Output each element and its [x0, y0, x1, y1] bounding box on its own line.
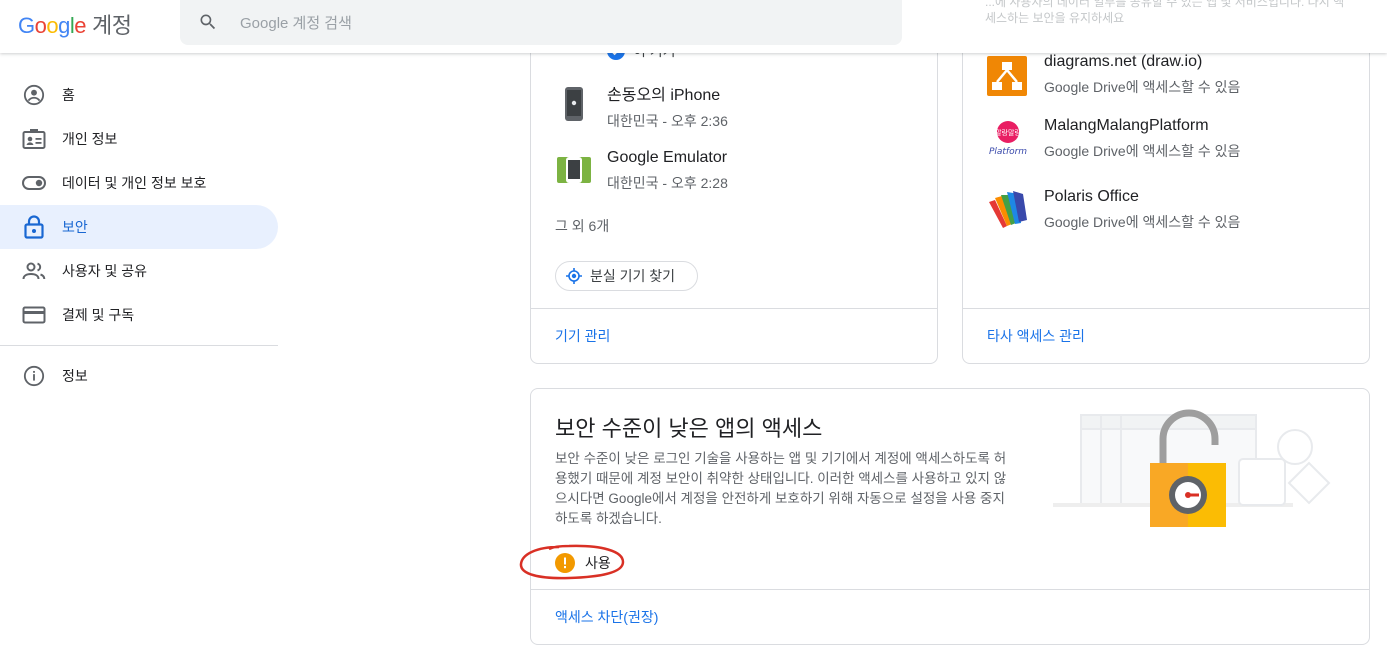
search-input[interactable] [238, 10, 842, 36]
sidebar-nav: 홈 개인 정보 데이터 및 개인 정보 보호 보안 사용자 및 공유 결제 및 … [0, 73, 278, 398]
sidebar-item-security[interactable]: 보안 [0, 205, 278, 249]
sidebar-item-about[interactable]: 정보 [0, 354, 278, 398]
android-emulator-icon [557, 155, 591, 190]
app-access-description: Google Drive에 액세스할 수 있음 [1044, 79, 1241, 95]
google-wordmark: Google [18, 13, 87, 38]
find-lost-device-button[interactable]: 분실 기기 찾기 [555, 261, 698, 291]
app-row[interactable]: Polaris Office Google Drive에 액세스할 수 있음 [987, 188, 1347, 234]
device-location: 대한민국 - 오후 2:28 [607, 175, 728, 191]
sidebar-item-label: 결제 및 구독 [62, 307, 135, 323]
app-name: diagrams.net (draw.io) [1044, 53, 1203, 70]
device-location: 대한민국 - 오후 2:36 [607, 113, 728, 129]
search-bar[interactable] [180, 0, 902, 45]
sidebar-item-people-sharing[interactable]: 사용자 및 공유 [0, 249, 278, 293]
red-annotation-circle [519, 544, 625, 580]
app-name: Polaris Office [1044, 188, 1139, 205]
third-party-card-footer: 타사 액세스 관리 [963, 308, 1369, 363]
sidebar-item-label: 데이터 및 개인 정보 보호 [62, 175, 207, 191]
app-name: MalangMalangPlatform [1044, 117, 1209, 134]
sidebar-item-label: 보안 [62, 219, 88, 235]
devices-card-footer: 기기 관리 [531, 308, 937, 363]
app-access-description: Google Drive에 액세스할 수 있음 [1044, 143, 1241, 159]
find-lost-device-label: 분실 기기 찾기 [590, 268, 676, 284]
more-devices-count: 그 외 6개 [555, 218, 610, 234]
sidebar-item-payments[interactable]: 결제 및 구독 [0, 293, 278, 337]
people-icon [22, 259, 46, 283]
less-secure-apps-title: 보안 수준이 낮은 앱의 액세스 [555, 416, 823, 441]
third-party-description-cutoff: ...에 사용자의 데이터 일부를 공유할 수 있는 앱 및 서비스입니다. 다… [985, 0, 1345, 25]
polaris-office-icon [987, 190, 1029, 235]
iphone-icon [565, 87, 583, 126]
sidebar-item-label: 개인 정보 [62, 131, 118, 147]
app-row[interactable]: diagrams.net (draw.io) Google Drive에 액세스… [987, 53, 1347, 99]
sidebar-item-home[interactable]: 홈 [0, 73, 278, 117]
sidebar-item-data-privacy[interactable]: 데이터 및 개인 정보 보호 [0, 161, 278, 205]
app-row[interactable]: 말랑말랑 Platform MalangMalangPlatform Google… [987, 117, 1347, 163]
device-row[interactable]: Google Emulator 대한민국 - 오후 2:28 [555, 149, 915, 199]
device-name: 손동오의 iPhone [607, 87, 721, 104]
sidebar-item-personal-info[interactable]: 개인 정보 [0, 117, 278, 161]
manage-third-party-access-link[interactable]: 타사 액세스 관리 [987, 326, 1085, 346]
id-card-icon [22, 127, 46, 151]
sidebar-item-label: 정보 [62, 368, 88, 384]
lock-icon [22, 215, 46, 239]
security-lock-illustration [1051, 407, 1341, 537]
less-secure-apps-card: 보안 수준이 낮은 앱의 액세스 보안 수준이 낮은 로그인 기술을 사용하는 … [530, 388, 1370, 645]
google-account-logo[interactable]: Google 계정 [18, 8, 132, 40]
sidebar-item-label: 홈 [62, 87, 75, 103]
product-name: 계정 [92, 13, 132, 38]
info-icon [22, 364, 46, 388]
search-icon[interactable] [198, 12, 218, 37]
toggle-icon [22, 171, 46, 195]
app-access-description: Google Drive에 액세스할 수 있음 [1044, 214, 1241, 230]
third-party-access-card: diagrams.net (draw.io) Google Drive에 액세스… [962, 0, 1370, 364]
malang-logo-platform-text: Platform [989, 147, 1027, 157]
block-access-link[interactable]: 액세스 차단(권장) [555, 607, 658, 627]
sidebar-divider [0, 345, 278, 346]
devices-card: 이 기기 손동오의 iPhone 대한민국 - 오후 2:36 Google E… [530, 0, 938, 364]
less-secure-apps-description: 보안 수준이 낮은 로그인 기술을 사용하는 앱 및 기기에서 계정에 액세스하… [555, 451, 1007, 526]
malang-platform-icon: 말랑말랑 Platform [987, 119, 1029, 161]
locate-icon [566, 268, 582, 284]
sidebar-item-label: 사용자 및 공유 [62, 263, 148, 279]
account-circle-icon [22, 83, 46, 107]
device-row[interactable]: 손동오의 iPhone 대한민국 - 오후 2:36 [555, 81, 915, 131]
device-name: Google Emulator [607, 149, 728, 166]
malang-logo-text: 말랑말랑 [995, 129, 1021, 137]
top-app-bar: Google계정 ...에 사용자의 데이터 일부를 공유할 수 있는 앱 및 … [0, 0, 1387, 53]
drawio-icon [987, 56, 1027, 101]
credit-card-icon [22, 303, 46, 327]
manage-devices-link[interactable]: 기기 관리 [555, 326, 610, 346]
less-secure-card-footer: 액세스 차단(권장) [531, 589, 1369, 644]
